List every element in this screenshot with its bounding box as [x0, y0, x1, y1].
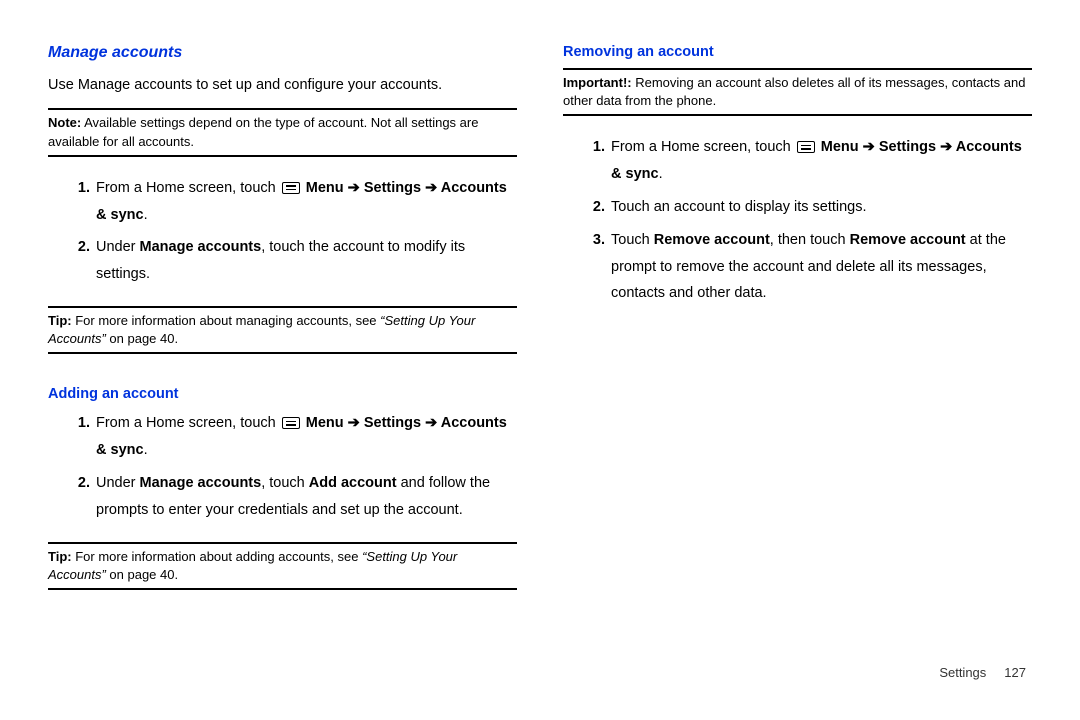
- right-column: Removing an account Important!: Removing…: [563, 44, 1032, 700]
- list-item: From a Home screen, touch Menu ➔ Setting…: [609, 134, 1032, 188]
- list-item: Under Manage accounts, touch the account…: [94, 234, 517, 288]
- note-body: Available settings depend on the type of…: [48, 115, 478, 148]
- important-body: Removing an account also deletes all of …: [563, 75, 1025, 108]
- period: .: [144, 207, 148, 223]
- tip-label: Tip:: [48, 313, 72, 328]
- note-label: Note:: [48, 115, 81, 130]
- settings-label: Settings: [364, 180, 421, 196]
- step-text: , then touch: [770, 232, 850, 248]
- tip-label: Tip:: [48, 549, 72, 564]
- menu-label: Menu: [306, 415, 344, 431]
- tip-box: Tip: For more information about adding a…: [48, 542, 517, 590]
- tip-body: For more information about managing acco…: [72, 313, 381, 328]
- arrow-text: ➔: [344, 415, 364, 431]
- tip-body: on page 40.: [106, 331, 178, 346]
- footer-chapter: Settings: [939, 665, 986, 680]
- two-column-layout: Manage accounts Use Manage accounts to s…: [48, 44, 1032, 700]
- section-title-manage-accounts: Manage accounts: [48, 44, 517, 62]
- step-text: , touch: [261, 475, 309, 491]
- list-item: From a Home screen, touch Menu ➔ Setting…: [94, 410, 517, 464]
- manual-page: Manage accounts Use Manage accounts to s…: [0, 0, 1080, 720]
- subsection-removing: Removing an account: [563, 44, 1032, 60]
- arrow-text: ➔: [344, 180, 364, 196]
- tip-body: For more information about adding accoun…: [72, 549, 363, 564]
- list-item: Touch Remove account, then touch Remove …: [609, 227, 1032, 307]
- arrow-text: ➔: [859, 139, 879, 155]
- footer-page-number: 127: [1004, 665, 1026, 680]
- step-text: From a Home screen, touch: [611, 139, 795, 155]
- menu-label: Menu: [821, 139, 859, 155]
- settings-label: Settings: [364, 415, 421, 431]
- important-box: Important!: Removing an account also del…: [563, 68, 1032, 116]
- arrow-text: ➔: [936, 139, 956, 155]
- tip-box: Tip: For more information about managing…: [48, 306, 517, 354]
- intro-text: Use Manage accounts to set up and config…: [48, 74, 517, 96]
- period: .: [659, 166, 663, 182]
- list-item: Touch an account to display its settings…: [609, 194, 1032, 221]
- step-text: From a Home screen, touch: [96, 415, 280, 431]
- bold-text: Remove account: [850, 232, 966, 248]
- arrow-text: ➔: [421, 415, 441, 431]
- step-text: Under: [96, 475, 140, 491]
- step-text: Under: [96, 239, 140, 255]
- bold-text: Remove account: [654, 232, 770, 248]
- menu-label: Menu: [306, 180, 344, 196]
- important-label: Important!:: [563, 75, 632, 90]
- page-footer: Settings 127: [939, 665, 1026, 680]
- tip-body: on page 40.: [106, 567, 178, 582]
- manage-steps: From a Home screen, touch Menu ➔ Setting…: [48, 175, 517, 294]
- period: .: [144, 442, 148, 458]
- list-item: From a Home screen, touch Menu ➔ Setting…: [94, 175, 517, 229]
- bold-text: Manage accounts: [140, 239, 262, 255]
- arrow-text: ➔: [421, 180, 441, 196]
- step-text: Touch an account to display its settings…: [611, 199, 867, 215]
- list-item: Under Manage accounts, touch Add account…: [94, 470, 517, 524]
- bold-text: Add account: [309, 475, 397, 491]
- step-text: Touch: [611, 232, 654, 248]
- left-column: Manage accounts Use Manage accounts to s…: [48, 44, 517, 700]
- menu-icon: [797, 141, 815, 153]
- adding-steps: From a Home screen, touch Menu ➔ Setting…: [48, 410, 517, 529]
- note-box: Note: Available settings depend on the t…: [48, 108, 517, 156]
- settings-label: Settings: [879, 139, 936, 155]
- step-text: From a Home screen, touch: [96, 180, 280, 196]
- subsection-adding: Adding an account: [48, 386, 517, 402]
- menu-icon: [282, 182, 300, 194]
- menu-icon: [282, 417, 300, 429]
- bold-text: Manage accounts: [140, 475, 262, 491]
- removing-steps: From a Home screen, touch Menu ➔ Setting…: [563, 134, 1032, 313]
